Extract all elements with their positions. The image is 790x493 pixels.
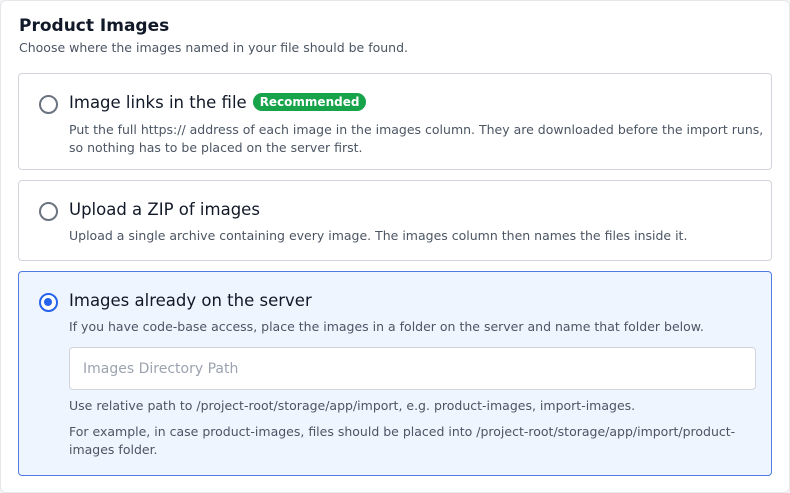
option-server-images-label: Images already on the server [69,291,312,310]
option-server-images[interactable]: Images already on the server If you have… [18,271,772,476]
radio-image-links[interactable] [39,95,58,114]
radio-server-images[interactable] [39,293,58,312]
images-directory-path-input[interactable] [69,347,756,390]
option-server-images-description: If you have code-base access, place the … [69,319,704,334]
option-image-links[interactable]: Image links in the file Recommended Put t… [18,73,772,170]
recommended-badge: Recommended [252,93,367,111]
product-images-card: Product Images Choose where the images n… [0,0,790,493]
path-example-text: For example, in case product-images, fil… [69,424,736,457]
option-image-links-description: Put the full https:// address of each im… [69,122,764,155]
option-image-links-label: Image links in the file [69,93,247,112]
option-upload-zip-label: Upload a ZIP of images [69,200,260,219]
option-upload-zip[interactable]: Upload a ZIP of images Upload a single a… [18,180,772,261]
option-upload-zip-description: Upload a single archive containing every… [69,228,688,243]
path-help-text: Use relative path to /project-root/stora… [69,398,636,413]
section-title: Product Images [19,16,170,36]
option-image-links-label-row: Image links in the file Recommended [69,93,367,112]
radio-upload-zip[interactable] [39,202,58,221]
section-subtitle: Choose where the images named in your fi… [19,40,408,55]
